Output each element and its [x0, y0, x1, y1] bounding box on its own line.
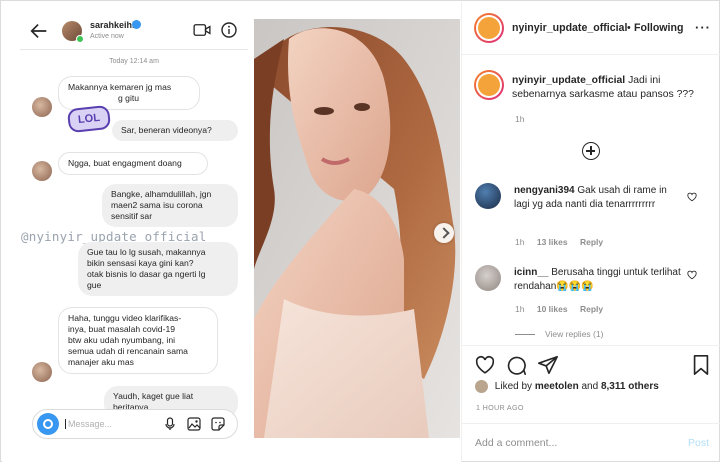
back-arrow-icon: [30, 23, 47, 39]
instagram-post-window: sarahkeihl Active now Today 12:14 am Mak…: [0, 0, 720, 462]
comment-likes[interactable]: 13 likes: [537, 237, 568, 247]
message-line: g gitu: [118, 93, 140, 103]
comment-meta: 1h 10 likes Reply: [515, 304, 603, 314]
liked-by-others[interactable]: 8,311 others: [601, 381, 659, 392]
message-line: manajer aku mas: [68, 357, 134, 367]
comment-text: icinn__ Berusaha tinggi untuk terlihat r…: [514, 266, 684, 294]
sender-avatar: [32, 97, 52, 117]
chat-message: Sar, beneran videonya?: [112, 120, 238, 141]
composer-placeholder: Message...: [65, 419, 112, 429]
message-line: otak bisnis lo dasar ga ngerti lg: [87, 269, 206, 279]
liked-by-user[interactable]: meetolen: [535, 381, 579, 392]
chat-message: Ngga, buat engagment doang: [58, 152, 208, 175]
replies-line: [515, 334, 535, 336]
liked-by: Liked by meetolen and 8,311 others: [475, 380, 659, 393]
post-sidebar: nyinyir_update_official • Following ··· …: [461, 2, 720, 462]
avatar-image: [478, 74, 500, 96]
gallery-icon: [187, 417, 201, 431]
comment-icon[interactable]: [505, 354, 527, 376]
message-line: gue: [87, 280, 102, 290]
commenter-avatar[interactable]: [475, 265, 501, 291]
message-line: semua udah di rencanain sama: [68, 346, 188, 356]
header-separator: •: [627, 22, 631, 34]
message-line: btw aku udah nyumbang, ini: [68, 335, 176, 345]
comment-likes[interactable]: 10 likes: [537, 304, 568, 314]
post-media[interactable]: sarahkeihl Active now Today 12:14 am Mak…: [2, 2, 461, 462]
message-line: Makannya kemaren jg mas: [68, 82, 172, 92]
post-actions: [462, 345, 720, 385]
active-dot: [76, 35, 84, 43]
share-icon[interactable]: [537, 354, 559, 376]
chat-message: Makannya kemaren jg mas g gitu: [58, 76, 200, 110]
sticker-icon: [211, 417, 225, 431]
verified-badge-icon: [132, 20, 141, 29]
comment-time: 1h: [515, 237, 525, 247]
video-call-icon: [193, 24, 211, 36]
message-line: Ngga, buat engagment doang: [68, 158, 182, 168]
info-icon: [221, 22, 237, 38]
post-header: nyinyir_update_official • Following ···: [462, 2, 720, 55]
message-line: Haha, tunggu video klarifikas-: [68, 313, 182, 323]
dm-screenshot: sarahkeihl Active now Today 12:14 am Mak…: [20, 14, 248, 446]
reply-button[interactable]: Reply: [580, 237, 603, 247]
following-button[interactable]: Following: [634, 22, 683, 34]
like-icon[interactable]: [474, 354, 496, 376]
caption-avatar[interactable]: [474, 70, 504, 100]
dm-username: sarahkeihl: [90, 20, 135, 30]
comment-time: 1h: [515, 304, 525, 314]
add-comment-bar: Add a comment... Post: [462, 423, 720, 462]
message-line: inya, buat masalah covid-19: [68, 324, 176, 334]
sender-avatar: [32, 362, 52, 382]
avatar-image: [478, 17, 500, 39]
caption-time: 1h: [515, 114, 525, 124]
lol-sticker: LOL: [66, 104, 112, 134]
portrait-photo: [254, 19, 460, 438]
message-line: sensitif sar: [111, 211, 153, 221]
sender-avatar: [32, 161, 52, 181]
caption-username[interactable]: nyinyir_update_official: [512, 75, 625, 86]
chat-message: Haha, tunggu video klarifikas- inya, bua…: [58, 307, 218, 374]
message-line: bikin sensasi kaya gini kan?: [87, 258, 194, 268]
camera-icon: [37, 413, 59, 435]
liked-by-and: and: [581, 381, 599, 393]
more-options-button[interactable]: ···: [695, 20, 711, 35]
liked-by-prefix: Liked by: [494, 381, 533, 393]
message-line: Sar, beneran videonya?: [121, 125, 212, 135]
author-avatar[interactable]: [474, 13, 504, 43]
dm-status: Active now: [90, 33, 124, 40]
message-line: Gue tau lo lg susah, makannya: [87, 247, 206, 257]
view-replies-label: View replies (1): [545, 329, 604, 339]
post-caption: nyinyir_update_official Jadi ini sebenar…: [512, 74, 712, 102]
reply-button[interactable]: Reply: [580, 304, 603, 314]
comment-username[interactable]: nengyani394: [514, 185, 575, 196]
posted-time[interactable]: 1 HOUR AGO: [476, 403, 524, 412]
commenter-avatar[interactable]: [475, 183, 501, 209]
dm-composer: Message...: [32, 409, 238, 439]
add-comment-input[interactable]: Add a comment...: [475, 437, 557, 449]
microphone-icon: [165, 417, 175, 430]
dm-timestamp: Today 12:14 am: [109, 58, 159, 65]
next-slide-button[interactable]: [434, 223, 454, 243]
post-comment-button[interactable]: Post: [688, 437, 709, 449]
comment-meta: 1h 13 likes Reply: [515, 237, 603, 247]
dm-header: sarahkeihl Active now: [20, 14, 248, 50]
liker-avatar: [475, 380, 488, 393]
chat-message: Gue tau lo lg susah, makannya bikin sens…: [78, 242, 238, 296]
comment-like-icon[interactable]: [687, 270, 697, 280]
comment-like-icon[interactable]: [687, 192, 697, 202]
message-line: Bangke, alhamdulillah, jgn: [111, 189, 212, 199]
view-replies-button[interactable]: View replies (1): [515, 329, 603, 339]
load-more-comments-icon[interactable]: [582, 142, 600, 160]
comment-username[interactable]: icinn__: [514, 267, 548, 278]
save-bookmark-icon[interactable]: [690, 354, 712, 376]
chat-message: Bangke, alhamdulillah, jgn maen2 sama is…: [102, 184, 238, 227]
comment-text: nengyani394 Gak usah di rame in lagi yg …: [514, 184, 684, 212]
author-username[interactable]: nyinyir_update_official: [512, 22, 627, 34]
message-line: maen2 sama isu corona: [111, 200, 203, 210]
